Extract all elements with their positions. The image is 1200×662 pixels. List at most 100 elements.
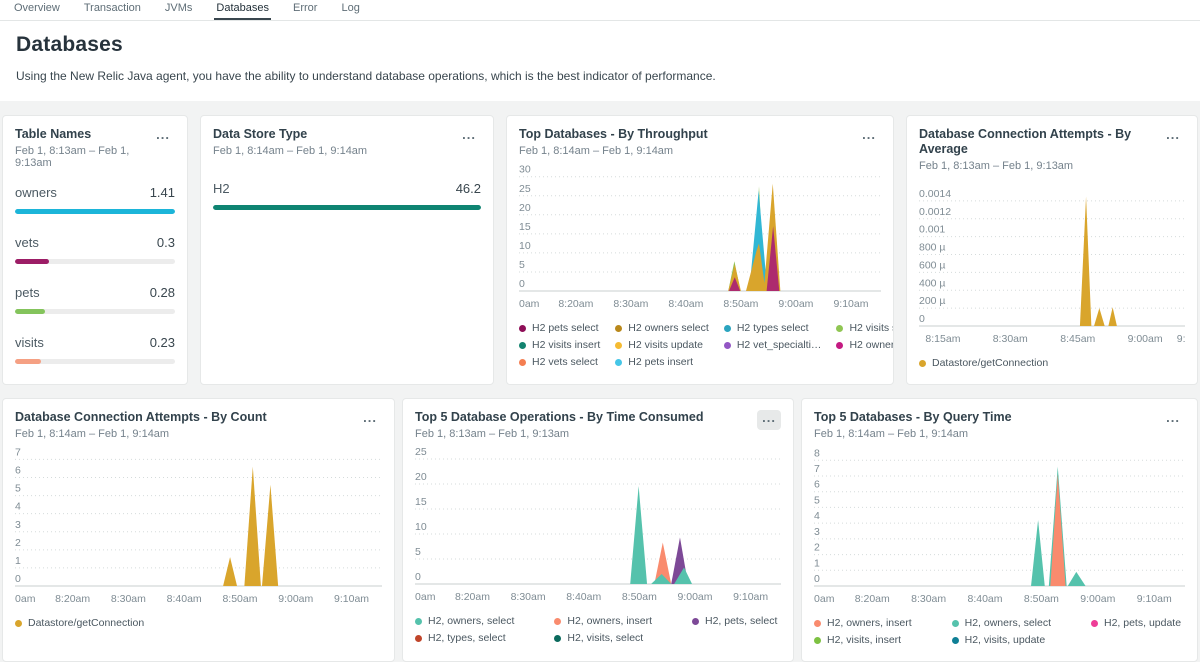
- svg-text:0.0012: 0.0012: [919, 206, 951, 218]
- legend-dot-icon: [554, 618, 561, 625]
- card-title: Top 5 Database Operations - By Time Cons…: [415, 410, 704, 425]
- legend-label: H2, pets, select: [705, 615, 777, 627]
- query-time-chart[interactable]: 8765432108:10am8:20am8:30am8:40am8:50am9…: [814, 446, 1185, 610]
- svg-text:2: 2: [15, 537, 21, 549]
- svg-text:8:45am: 8:45am: [1060, 333, 1095, 345]
- svg-text:8:40am: 8:40am: [167, 593, 202, 605]
- bar-label: pets: [15, 285, 40, 300]
- bar-value: 0.3: [157, 235, 175, 250]
- card-menu-button[interactable]: ...: [857, 127, 881, 147]
- svg-text:0: 0: [519, 278, 525, 290]
- card-menu-button[interactable]: ...: [358, 410, 382, 430]
- legend-item[interactable]: H2, owners, select: [415, 615, 514, 627]
- svg-text:0: 0: [15, 573, 21, 585]
- card-menu-button[interactable]: ...: [1161, 127, 1185, 147]
- svg-text:9:10am: 9:10am: [733, 591, 768, 603]
- nav-tab-databases[interactable]: Databases: [214, 0, 271, 20]
- legend-item[interactable]: H2 visits select: [836, 322, 894, 334]
- legend-label: H2, owners, select: [428, 615, 514, 627]
- svg-text:9:00am: 9:00am: [1128, 333, 1163, 345]
- top-nav: Overview Transaction JVMs Databases Error Log: [0, 0, 1200, 21]
- legend-item[interactable]: H2, visits, select: [554, 632, 652, 644]
- legend-item[interactable]: H2, visits, insert: [814, 634, 912, 646]
- legend-label: H2 pets select: [532, 322, 599, 334]
- legend-item[interactable]: H2 visits insert: [519, 339, 600, 351]
- legend-item[interactable]: H2 owners select: [615, 322, 709, 334]
- svg-text:6: 6: [15, 465, 21, 477]
- nav-tab-jvms[interactable]: JVMs: [163, 0, 195, 20]
- bar-value: 1.41: [150, 185, 175, 200]
- legend-item[interactable]: H2, owners, insert: [554, 615, 652, 627]
- bar-track: [15, 359, 175, 364]
- legend-item[interactable]: H2 owners insert: [836, 339, 894, 351]
- svg-text:4: 4: [814, 510, 820, 522]
- card-connection-attempts-count: Database Connection Attempts - By Count …: [2, 398, 395, 662]
- svg-text:200 µ: 200 µ: [919, 295, 946, 307]
- svg-text:0.001: 0.001: [919, 224, 945, 236]
- nav-tab-error[interactable]: Error: [291, 0, 319, 20]
- legend-label: Datastore/getConnection: [932, 357, 1048, 369]
- legend-label: H2 vets select: [532, 356, 598, 368]
- svg-text:8:30am: 8:30am: [911, 593, 946, 605]
- legend-item[interactable]: H2 pets insert: [615, 356, 709, 368]
- card-timerange: Feb 1, 8:14am – Feb 1, 9:14am: [213, 145, 367, 157]
- legend-dot-icon: [415, 618, 422, 625]
- legend-item[interactable]: H2 types select: [724, 322, 822, 334]
- legend-item[interactable]: H2 pets select: [519, 322, 600, 334]
- card-menu-button[interactable]: ...: [151, 127, 175, 147]
- card-menu-button[interactable]: ...: [757, 410, 781, 430]
- bar-fill: [15, 309, 45, 314]
- bar-fill: [213, 205, 481, 210]
- bar-list: owners1.41vets0.3pets0.28visits0.23: [15, 185, 175, 364]
- legend-label: H2 pets insert: [628, 356, 693, 368]
- chart-legend: Datastore/getConnection: [15, 617, 382, 629]
- legend-label: H2 vet_specialti…: [737, 339, 822, 351]
- legend-dot-icon: [415, 635, 422, 642]
- legend-item[interactable]: H2 visits update: [615, 339, 709, 351]
- legend-item[interactable]: H2, types, select: [415, 632, 514, 644]
- card-top-databases-throughput: Top Databases - By Throughput Feb 1, 8:1…: [506, 115, 894, 385]
- svg-text:25: 25: [415, 446, 427, 458]
- legend-dot-icon: [952, 637, 959, 644]
- chart-legend: Datastore/getConnection: [919, 357, 1185, 369]
- card-top5-databases-query-time: Top 5 Databases - By Query Time Feb 1, 8…: [801, 398, 1198, 662]
- legend-item[interactable]: H2, pets, update: [1091, 617, 1181, 629]
- card-menu-button[interactable]: ...: [457, 127, 481, 147]
- svg-text:9:00am: 9:00am: [677, 591, 712, 603]
- bar-fill: [15, 359, 41, 364]
- throughput-chart[interactable]: 3025201510508:10am8:20am8:30am8:40am8:50…: [519, 163, 881, 315]
- legend-item[interactable]: H2 vets select: [519, 356, 600, 368]
- legend-label: H2, owners, insert: [567, 615, 652, 627]
- legend-dot-icon: [919, 360, 926, 367]
- legend-dot-icon: [724, 342, 731, 349]
- svg-text:8:20am: 8:20am: [55, 593, 90, 605]
- svg-text:10: 10: [415, 521, 427, 533]
- svg-text:9:00am: 9:00am: [778, 298, 813, 310]
- legend-item[interactable]: H2, visits, update: [952, 634, 1051, 646]
- connection-average-chart[interactable]: 0.00140.00120.001800 µ600 µ400 µ200 µ08:…: [919, 184, 1185, 350]
- bar-label: visits: [15, 335, 44, 350]
- legend-dot-icon: [15, 620, 22, 627]
- svg-text:15: 15: [415, 496, 427, 508]
- bar-value: 46.2: [456, 181, 481, 196]
- legend-item[interactable]: H2, owners, select: [952, 617, 1051, 629]
- legend-dot-icon: [519, 359, 526, 366]
- svg-text:8:40am: 8:40am: [566, 591, 601, 603]
- legend-item[interactable]: H2 vet_specialti…: [724, 339, 822, 351]
- nav-tab-log[interactable]: Log: [339, 0, 361, 20]
- svg-text:20: 20: [415, 471, 427, 483]
- card-menu-button[interactable]: ...: [1161, 410, 1185, 430]
- svg-text:8:10am: 8:10am: [814, 593, 835, 605]
- legend-item[interactable]: Datastore/getConnection: [919, 357, 1048, 369]
- legend-item[interactable]: Datastore/getConnection: [15, 617, 144, 629]
- svg-text:7: 7: [814, 463, 820, 475]
- legend-item[interactable]: H2, owners, insert: [814, 617, 912, 629]
- nav-tab-overview[interactable]: Overview: [12, 0, 62, 20]
- bar-value: 0.23: [150, 335, 175, 350]
- time-consumed-chart[interactable]: 25201510508:10am8:20am8:30am8:40am8:50am…: [415, 446, 781, 608]
- nav-tab-transaction[interactable]: Transaction: [82, 0, 143, 20]
- legend-item[interactable]: H2, pets, select: [692, 615, 777, 627]
- connection-count-chart[interactable]: 765432108:10am8:20am8:30am8:40am8:50am9:…: [15, 446, 382, 610]
- chart-legend: H2 pets select H2 owners select H2 types s…: [519, 322, 881, 368]
- svg-text:8: 8: [814, 447, 820, 459]
